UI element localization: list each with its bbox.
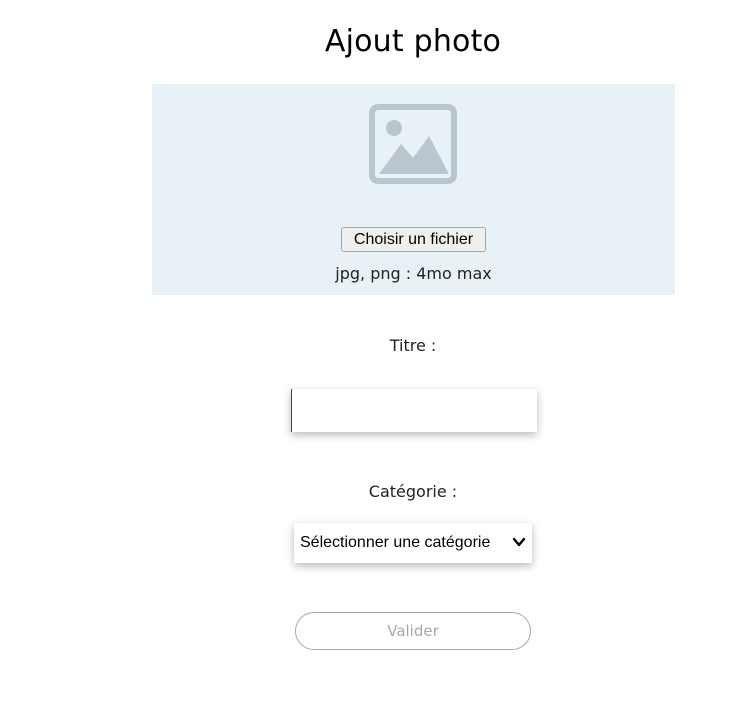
category-select[interactable]: Sélectionner une catégorie (294, 523, 532, 563)
submit-button[interactable]: Valider (295, 612, 531, 650)
category-select-value: Sélectionner une catégorie (300, 534, 491, 551)
modal-title: Ajout photo (324, 24, 502, 59)
chevron-down-icon (512, 537, 526, 547)
title-label: Titre : (389, 336, 437, 355)
title-input[interactable] (291, 389, 537, 432)
file-format-hint: jpg, png : 4mo max (335, 264, 492, 283)
choose-file-button[interactable]: Choisir un fichier (341, 227, 486, 252)
add-photo-modal: Ajout photo Choisir un fichier jpg, png … (0, 0, 756, 721)
image-placeholder-icon (369, 104, 457, 184)
photo-upload-zone: Choisir un fichier jpg, png : 4mo max (152, 84, 675, 295)
category-label: Catégorie : (368, 482, 458, 501)
